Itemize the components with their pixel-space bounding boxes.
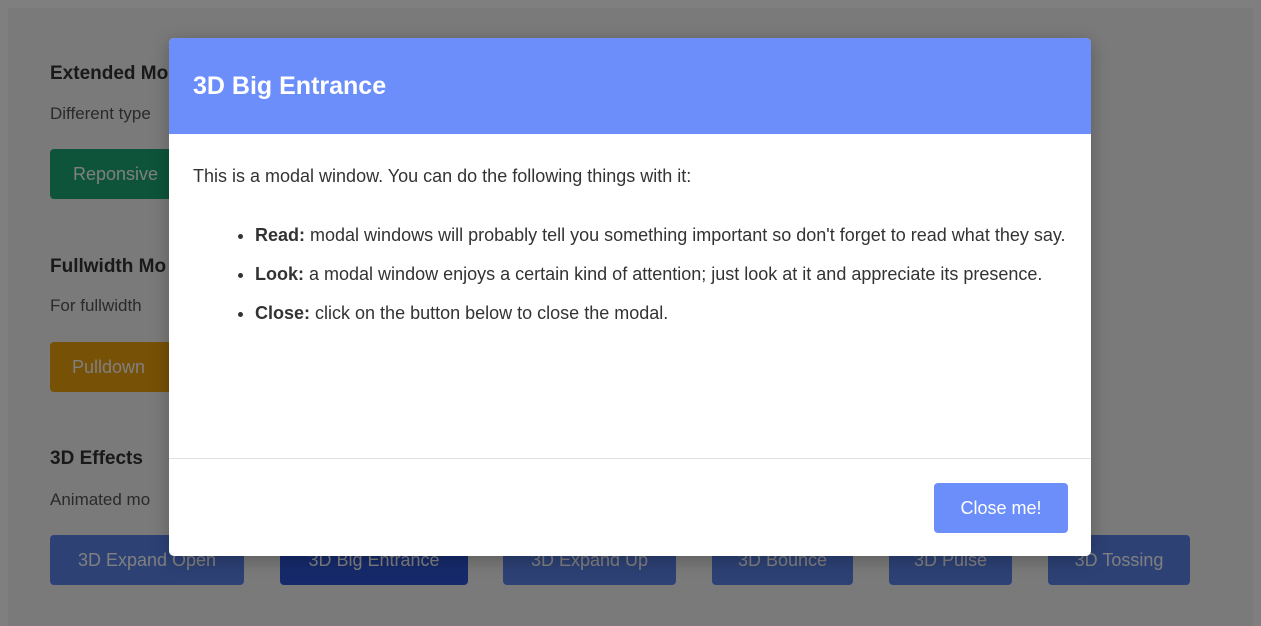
modal-title: 3D Big Entrance [193,71,387,100]
modal-header: 3D Big Entrance [169,38,1091,134]
list-item-text: a modal window enjoys a certain kind of … [309,264,1043,284]
modal-body: This is a modal window. You can do the f… [169,134,1091,333]
list-item-label: Close: [255,303,311,323]
modal-intro: This is a modal window. You can do the f… [193,166,692,186]
list-item: Look: a modal window enjoys a certain ki… [255,255,1067,294]
list-item: Read: modal windows will probably tell y… [255,216,1067,255]
close-button[interactable]: Close me! [934,483,1068,533]
modal-dialog: 3D Big Entrance This is a modal window. … [169,38,1091,556]
modal-list: Read: modal windows will probably tell y… [193,216,1067,333]
list-item-label: Look: [255,264,304,284]
list-item-text: modal windows will probably tell you som… [310,225,1066,245]
list-item: Close: click on the button below to clos… [255,294,1067,333]
list-item-label: Read: [255,225,306,245]
modal-footer: Close me! [169,458,1091,556]
list-item-text: click on the button below to close the m… [315,303,669,323]
